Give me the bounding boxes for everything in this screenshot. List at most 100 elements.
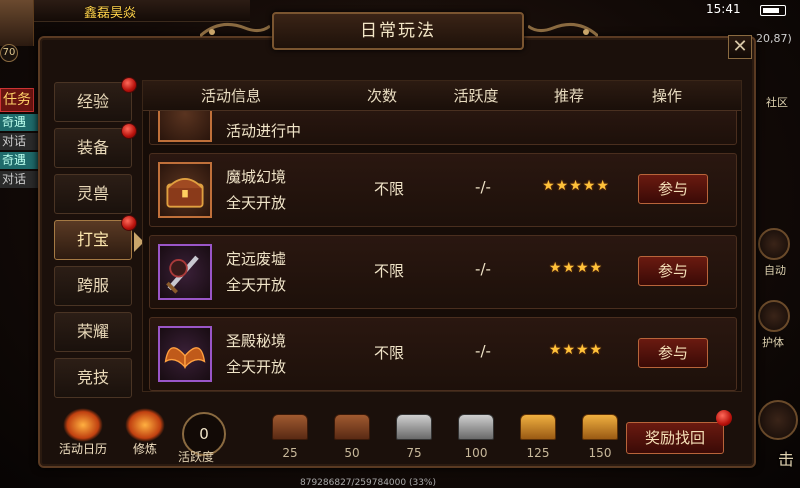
calendar-label: 活动日历: [58, 442, 107, 456]
table-row: 定远废墟 全天开放 不限 -/- ★★★★ 参与: [149, 235, 737, 309]
sword-icon: [158, 244, 212, 300]
shield-icon[interactable]: [758, 300, 790, 332]
header-activity-info: 活动信息: [200, 87, 261, 105]
notification-dot-icon: [121, 77, 137, 93]
activity-time: 全天开放: [226, 358, 287, 376]
reward-chest-150[interactable]: 150: [580, 414, 620, 460]
chest-threshold: 150: [588, 446, 612, 460]
exp-readout: 879286827/259784000 (33%): [300, 478, 436, 488]
activity-status: 活动进行中: [226, 122, 302, 140]
times-value: 不限: [373, 262, 404, 280]
reward-chest-50[interactable]: 50: [332, 414, 372, 460]
quest-tab[interactable]: 任务: [0, 88, 34, 112]
chest-icon: [520, 414, 556, 440]
close-button[interactable]: ✕: [728, 35, 752, 59]
notification-dot-icon: [121, 215, 137, 231]
dragon-ornament-right-icon: [528, 22, 598, 38]
tab-label: 经验: [76, 92, 109, 111]
calendar-icon: [63, 408, 103, 442]
battery-icon: [760, 5, 786, 16]
tab-label: 荣耀: [76, 322, 109, 341]
table-row: 圣殿秘境 全天开放 不限 -/- ★★★★ 参与: [149, 317, 737, 391]
wings-icon: [158, 326, 212, 382]
reward-chest-125[interactable]: 125: [518, 414, 558, 460]
times-value: 不限: [373, 180, 404, 198]
notification-dot-icon: [716, 410, 732, 426]
tab-arena[interactable]: 竞技: [54, 358, 132, 398]
star-rating: ★★★★★: [542, 178, 610, 194]
times-value: 不限: [373, 344, 404, 362]
activity-points-value: -/-: [475, 178, 491, 196]
activity-name: 魔城幻境: [226, 168, 287, 186]
join-button[interactable]: 参与: [638, 174, 708, 204]
activity-footer: 活动日历 修炼 0 活跃度 25 50 75 100 125 150 奖励找回: [54, 400, 744, 464]
activity-points-value: -/-: [475, 342, 491, 360]
tab-label: 打宝: [76, 230, 109, 249]
map-coords: 20,87): [756, 32, 792, 45]
quest-item[interactable]: 对话: [0, 171, 40, 188]
clock: 15:41: [706, 2, 741, 16]
header-activity-points: 活跃度: [453, 87, 499, 105]
chest-threshold: 50: [344, 446, 360, 460]
activity-calendar-button[interactable]: 活动日历: [58, 408, 108, 462]
train-icon: [125, 408, 165, 442]
tab-treasure-hunt[interactable]: 打宝: [54, 215, 137, 260]
notification-dot-icon: [121, 123, 137, 139]
star-rating: ★★★★: [548, 342, 604, 358]
chest-threshold: 100: [464, 446, 488, 460]
quest-item[interactable]: 奇遇: [0, 114, 40, 131]
tab-label: 灵兽: [76, 184, 109, 203]
chest-icon: [458, 414, 494, 440]
activity-score-label: 活跃度: [178, 450, 215, 464]
auto-label[interactable]: 自动: [764, 262, 786, 278]
community-label[interactable]: 社区: [766, 94, 788, 110]
attack-label[interactable]: 击: [778, 446, 794, 470]
chest-icon: [396, 414, 432, 440]
header-times: 次数: [366, 87, 397, 105]
tab-cross-server[interactable]: 跨服: [54, 266, 132, 306]
player-avatar[interactable]: [0, 0, 34, 46]
chest-icon: [334, 414, 370, 440]
tab-equipment[interactable]: 装备: [54, 123, 137, 168]
panel-title: 日常玩法: [360, 21, 436, 41]
join-button[interactable]: 参与: [638, 338, 708, 368]
treasure-chest-icon: [158, 162, 212, 218]
table-header: 活动信息 次数 活跃度 推荐 操作: [143, 81, 741, 111]
tab-label: 竞技: [76, 368, 109, 387]
tab-label: 跨服: [76, 276, 109, 295]
header-recommend: 推荐: [553, 87, 584, 105]
table-row: 魔城幻境 全天开放 不限 -/- ★★★★★ 参与: [149, 153, 737, 227]
tab-spirit-beast[interactable]: 灵兽: [54, 174, 132, 214]
category-tabs: 经验 装备 灵兽 打宝 跨服 荣耀 竞技: [54, 77, 137, 404]
reward-chest-100[interactable]: 100: [456, 414, 496, 460]
tab-glory[interactable]: 荣耀: [54, 312, 132, 352]
join-button[interactable]: 参与: [638, 256, 708, 286]
protect-label[interactable]: 护体: [762, 334, 784, 350]
table-row: 活动进行中: [149, 86, 737, 145]
reward-recovery-button[interactable]: 奖励找回: [626, 422, 724, 454]
tab-experience[interactable]: 经验: [54, 77, 137, 122]
header-action: 操作: [651, 87, 682, 105]
activity-time: 全天开放: [226, 276, 287, 294]
dragon-ornament-left-icon: [200, 22, 270, 38]
chest-icon: [582, 414, 618, 440]
chest-icon: [272, 414, 308, 440]
attack-button[interactable]: [758, 400, 798, 440]
chest-threshold: 25: [282, 446, 298, 460]
reward-chest-75[interactable]: 75: [394, 414, 434, 460]
quest-tracker: 任务 奇遇 对话 奇遇 对话: [0, 88, 40, 190]
chest-threshold: 125: [526, 446, 550, 460]
activity-time: 全天开放: [226, 194, 287, 212]
auto-icon[interactable]: [758, 228, 790, 260]
activity-name: 圣殿秘境: [226, 332, 287, 350]
panel-title-bar: 日常玩法: [272, 12, 524, 50]
quest-item[interactable]: 奇遇: [0, 152, 40, 169]
reward-chest-25[interactable]: 25: [270, 414, 310, 460]
chest-threshold: 75: [406, 446, 422, 460]
activity-points-value: -/-: [475, 260, 491, 278]
player-level: 70: [0, 44, 18, 62]
activity-name: 定远废墟: [226, 250, 287, 268]
quest-item[interactable]: 对话: [0, 133, 40, 150]
train-button[interactable]: 修炼: [120, 408, 170, 462]
activity-list[interactable]: 活动信息 次数 活跃度 推荐 操作 活动进行中 魔城幻境 全天开放 不限 -/-…: [142, 80, 742, 392]
